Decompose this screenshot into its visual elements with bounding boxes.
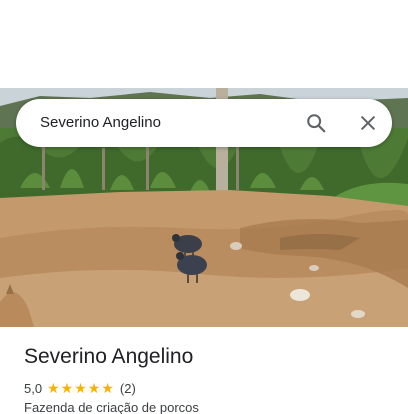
rating-row[interactable]: 5,0 ★ ★ ★ ★ ★ (2) [24, 379, 136, 397]
star-icon: ★ [101, 380, 114, 396]
review-count[interactable]: (2) [120, 381, 136, 396]
close-icon[interactable] [354, 109, 382, 137]
top-blank-area [0, 0, 408, 88]
place-title[interactable]: Severino Angelino [24, 345, 193, 369]
place-info-panel: Severino Angelino 5,0 ★ ★ ★ ★ ★ (2) Faze… [0, 327, 408, 414]
rating-value: 5,0 [24, 380, 43, 396]
place-category: Fazenda de criação de porcos [24, 400, 199, 414]
star-icon: ★ [74, 380, 87, 396]
star-icon: ★ [47, 380, 60, 396]
star-icon: ★ [87, 380, 101, 396]
search-input[interactable]: Severino Angelino [40, 99, 161, 147]
rating-stars: ★ ★ ★ ★ ★ [47, 381, 115, 395]
search-icon[interactable] [302, 109, 330, 137]
star-icon: ★ [60, 380, 74, 396]
search-bar[interactable]: Severino Angelino [16, 99, 392, 147]
